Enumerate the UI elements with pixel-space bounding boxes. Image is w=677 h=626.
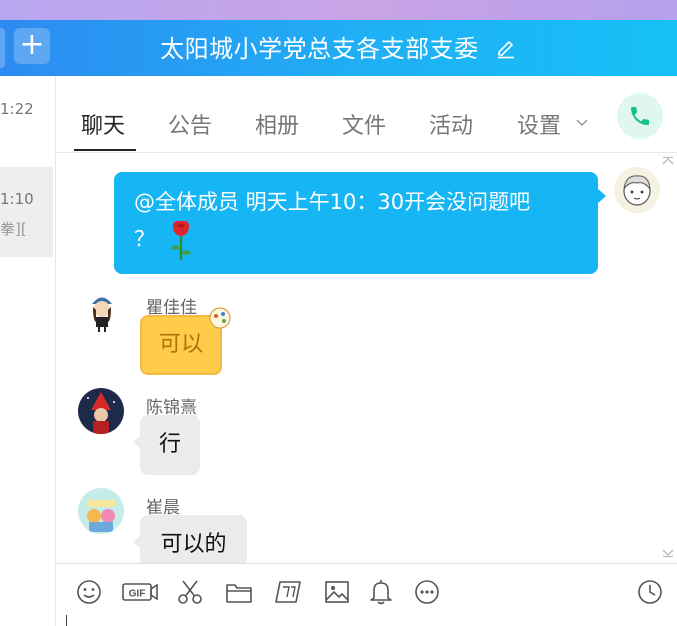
bubble-tail [133,436,140,448]
chevron-down-icon[interactable] [574,114,590,130]
session-time: 1:10 [0,190,34,208]
window-top-strip [0,0,677,20]
bubble-decoration-icon [209,307,231,329]
gif-icon[interactable]: GIF [121,578,159,606]
avatar[interactable] [614,167,660,213]
tab-divider [56,152,677,153]
avatar-image [79,288,125,334]
edit-icon[interactable] [495,38,517,60]
screenshot-icon[interactable] [274,578,302,606]
message-bubble-self[interactable]: @全体成员 明天上午10：30开会没问题吧 ？ [114,172,598,274]
call-button[interactable] [617,93,663,139]
tab-files[interactable]: 文件 [342,108,386,140]
rose-emoji-icon [170,220,191,260]
bell-icon[interactable] [367,578,395,606]
message-bubble[interactable]: 行 [140,415,200,475]
avatar[interactable] [78,388,124,434]
group-title: 太阳城小学党总支各支部支委 [0,20,677,76]
scissors-icon[interactable] [176,578,204,606]
message-text-line2: ？ [134,219,582,261]
avatar-image [614,167,660,213]
session-item-selected[interactable] [0,167,53,257]
session-preview: 拳][ [0,220,27,238]
toolbar-divider [56,563,677,564]
bubble-tail [133,536,140,548]
avatar-image [78,488,124,534]
tab-chat[interactable]: 聊天 [81,108,125,140]
tab-settings[interactable]: 设置 [517,108,561,140]
phone-icon [631,107,649,125]
bubble-tail [597,188,606,204]
avatar[interactable] [79,288,125,334]
message-text-line1: @全体成员 明天上午10：30开会没问题吧 [134,190,531,214]
emoji-icon[interactable] [75,578,103,606]
folder-icon[interactable] [225,578,253,606]
avatar[interactable] [78,488,124,534]
text-cursor [66,615,67,626]
tab-album[interactable]: 相册 [255,108,299,140]
active-tab-underline [74,149,136,151]
session-list [0,76,56,626]
tab-activity[interactable]: 活动 [429,108,473,140]
more-icon[interactable] [413,578,441,606]
message-text: ？ [134,227,155,251]
svg-text:GIF: GIF [129,589,146,600]
tab-notice[interactable]: 公告 [168,108,212,140]
session-time: 1:22 [0,100,34,118]
image-icon[interactable] [323,578,351,606]
group-title-text: 太阳城小学党总支各支部支委 [160,35,479,63]
scroll-down-icon[interactable] [660,548,676,558]
avatar-image [78,388,124,434]
history-icon[interactable] [636,578,664,606]
scroll-up-icon[interactable] [660,156,676,166]
